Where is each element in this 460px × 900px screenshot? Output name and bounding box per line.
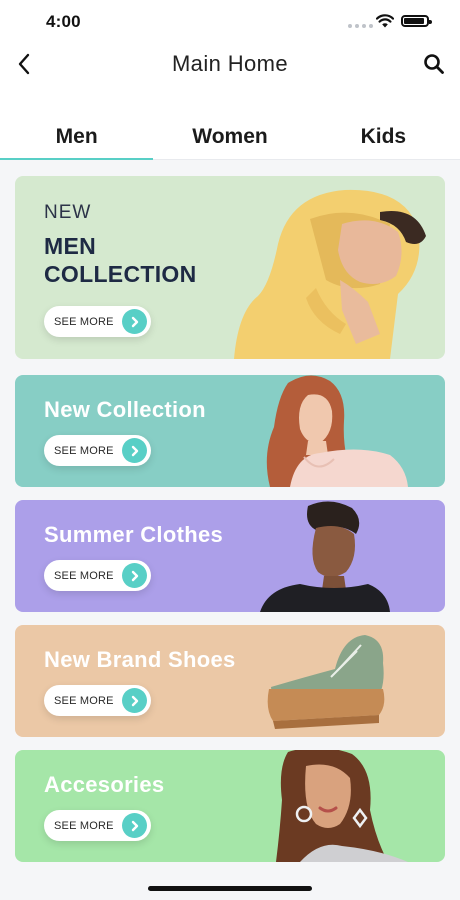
see-more-button[interactable]: SEE MORE (44, 560, 151, 591)
banner-title: New Brand Shoes (44, 647, 236, 672)
see-more-button[interactable]: SEE MORE (44, 685, 151, 716)
hero-title-line2: COLLECTION (44, 261, 197, 287)
wifi-icon (376, 14, 394, 28)
hero-kicker: NEW (44, 202, 92, 223)
chevron-right-icon (122, 688, 147, 713)
tab-men[interactable]: Men (0, 108, 154, 160)
see-more-label: SEE MORE (54, 444, 114, 457)
chevron-right-icon (122, 813, 147, 838)
chevron-right-icon (122, 563, 147, 588)
category-tabs: Men Women Kids (0, 108, 460, 160)
hero-title: MEN COLLECTION (44, 232, 197, 288)
see-more-button[interactable]: SEE MORE (44, 810, 151, 841)
see-more-button[interactable]: SEE MORE (44, 306, 151, 337)
tab-kids[interactable]: Kids (307, 108, 460, 159)
page-title: Main Home (171, 51, 289, 76)
battery-icon (401, 15, 432, 27)
signal-icon (348, 24, 373, 28)
banner-new-brand-shoes[interactable]: New Brand Shoes SEE MORE (15, 625, 445, 737)
model-earrings-image (276, 750, 408, 862)
status-bar: 4:00 (0, 0, 460, 44)
chevron-right-icon (122, 438, 147, 463)
see-more-label: SEE MORE (54, 569, 114, 582)
banner-title: Accesories (44, 772, 165, 797)
banner-new-collection[interactable]: New Collection SEE MORE (15, 375, 445, 487)
hero-banner-men-collection[interactable]: NEW MEN COLLECTION SEE MORE (15, 176, 445, 359)
banner-accesories[interactable]: Accesories SEE MORE (15, 750, 445, 862)
search-icon (424, 54, 444, 74)
sneaker-image (267, 635, 385, 729)
search-button[interactable] (420, 50, 448, 78)
model-hoodie-image (234, 189, 426, 359)
model-man-image (260, 501, 390, 612)
hero-title-line1: MEN (44, 233, 97, 259)
status-time: 4:00 (46, 12, 81, 31)
see-more-label: SEE MORE (54, 694, 114, 707)
banner-title: Summer Clothes (44, 522, 224, 547)
navigation-bar: Main Home (0, 44, 460, 108)
banner-summer-clothes[interactable]: Summer Clothes SEE MORE (15, 500, 445, 612)
chevron-right-icon (122, 309, 147, 334)
home-indicator[interactable] (148, 886, 312, 891)
see-more-label: SEE MORE (54, 315, 114, 328)
model-woman-image (266, 375, 408, 487)
see-more-button[interactable]: SEE MORE (44, 435, 151, 466)
banner-title: New Collection (44, 397, 206, 422)
tab-women[interactable]: Women (153, 108, 306, 159)
see-more-label: SEE MORE (54, 819, 114, 832)
